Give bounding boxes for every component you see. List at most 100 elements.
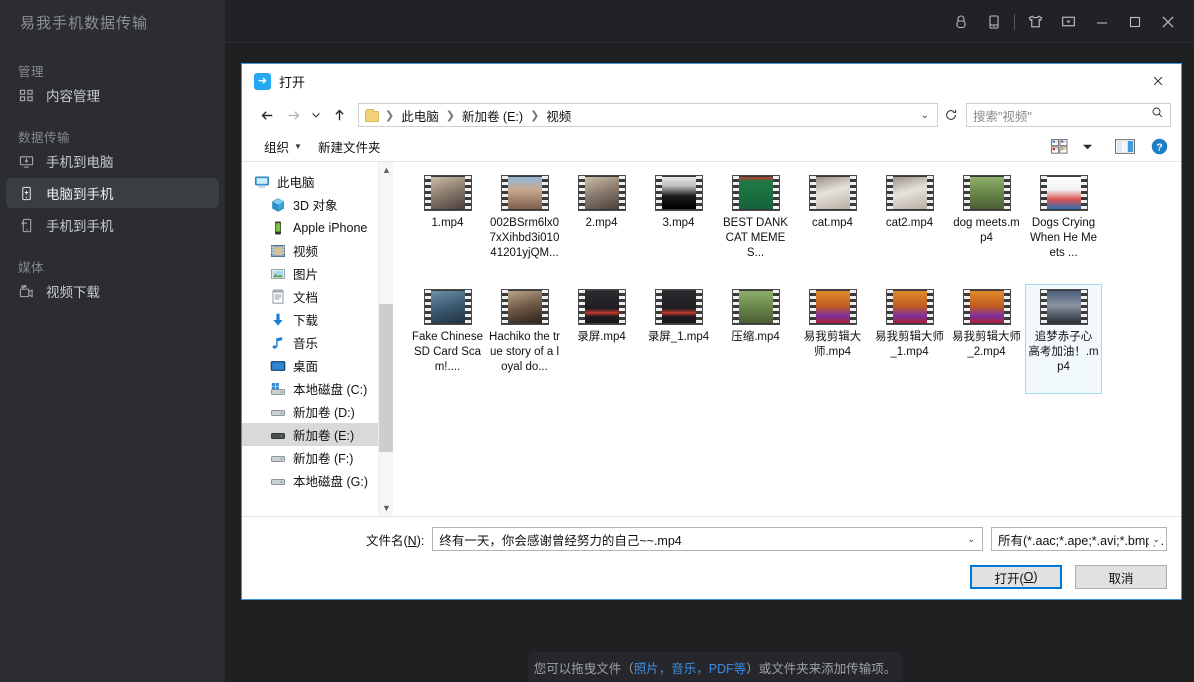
file-item[interactable]: dog meets.mp4: [948, 170, 1025, 280]
chevron-down-icon[interactable]: ⌄: [921, 110, 929, 121]
chevron-down-icon[interactable]: ⌄: [967, 534, 975, 545]
tree-item-volume-f[interactable]: 新加卷 (F:): [242, 446, 378, 469]
drive-icon: [270, 450, 286, 466]
file-item[interactable]: 1.mp4: [409, 170, 486, 280]
file-item[interactable]: Fake Chinese SD Card Scam!....: [409, 284, 486, 394]
app-root: 易我手机数据传输 管理 内容管理 数据传输 手机到电脑: [0, 0, 1194, 682]
file-item[interactable]: 易我剪辑大师.mp4: [794, 284, 871, 394]
view-dropdown-icon[interactable]: [1073, 135, 1101, 159]
file-type-filter[interactable]: 所有(*.aac;*.ape;*.avi;*.bmp;*. ⌄: [991, 527, 1167, 551]
tree-item-local-disk-c[interactable]: 本地磁盘 (C:): [242, 377, 378, 400]
sidebar-item-label: 手机到手机: [46, 215, 114, 235]
dialog-close-icon[interactable]: [1135, 64, 1181, 98]
breadcrumb-separator: ❯: [384, 109, 395, 122]
recent-locations-icon[interactable]: [306, 102, 326, 128]
tree-item-apple-iphone[interactable]: Apple iPhone: [242, 216, 378, 239]
chevron-down-icon[interactable]: ⌄: [1149, 534, 1160, 545]
dialog-footer: 文件名(N): 终有一天，你会感谢曾经努力的自己~~.mp4 ⌄ 所有(*.aa…: [242, 517, 1181, 589]
tree-scrollbar[interactable]: ▲ ▼: [378, 162, 393, 516]
breadcrumb-bar[interactable]: ❯ 此电脑 ❯ 新加卷 (E:) ❯ 视频 ⌄: [358, 103, 938, 127]
dropdown-icon[interactable]: [1052, 0, 1085, 43]
tree-item-3d-objects[interactable]: 3D 对象: [242, 193, 378, 216]
desktop-icon: [270, 358, 286, 374]
tree-item-volume-e[interactable]: 新加卷 (E:): [242, 423, 378, 446]
scrollbar-thumb[interactable]: [379, 304, 394, 452]
phone-to-phone-icon: [18, 217, 35, 234]
tree-item-this-pc[interactable]: 此电脑: [242, 170, 378, 193]
search-input[interactable]: 搜索"视频": [966, 103, 1171, 127]
file-item[interactable]: Hachiko the true story of a loyal do...: [486, 284, 563, 394]
folder-icon: [365, 109, 380, 122]
tree-item-downloads[interactable]: 下载: [242, 308, 378, 331]
file-list[interactable]: 1.mp4002BSrm6lx07xXihbd3i01041201yjQM...…: [393, 162, 1181, 516]
videos-icon: [270, 243, 286, 259]
tree-item-pictures[interactable]: 图片: [242, 262, 378, 285]
filename-value: 终有一天，你会感谢曾经努力的自己~~.mp4: [439, 530, 681, 549]
sidebar-item-video-download[interactable]: 视频下载: [6, 276, 219, 306]
preview-pane-icon[interactable]: [1111, 135, 1139, 159]
file-item[interactable]: 易我剪辑大师_2.mp4: [948, 284, 1025, 394]
breadcrumb-item-1[interactable]: 新加卷 (E:): [458, 106, 527, 125]
lock-icon[interactable]: [944, 0, 977, 43]
scroll-down-icon[interactable]: ▼: [379, 500, 394, 516]
file-name-label: 易我剪辑大师_2.mp4: [951, 330, 1022, 360]
open-file-dialog: ➜ 打开 ❯ 此电脑 ❯ 新加卷 (E: [241, 63, 1182, 600]
view-layout-icon[interactable]: [1045, 135, 1073, 159]
up-icon[interactable]: [326, 102, 352, 128]
tree-item-music[interactable]: 音乐: [242, 331, 378, 354]
file-item[interactable]: 易我剪辑大师_1.mp4: [871, 284, 948, 394]
maximize-icon[interactable]: [1118, 0, 1151, 43]
forward-icon[interactable]: [280, 102, 306, 128]
file-item[interactable]: cat.mp4: [794, 170, 871, 280]
file-item[interactable]: 2.mp4: [563, 170, 640, 280]
tree-item-videos[interactable]: 视频: [242, 239, 378, 262]
search-icon: [1151, 106, 1164, 124]
file-name-label: Hachiko the true story of a loyal do...: [489, 330, 560, 375]
file-item[interactable]: 压缩.mp4: [717, 284, 794, 394]
file-item[interactable]: 002BSrm6lx07xXihbd3i01041201yjQM...: [486, 170, 563, 280]
help-icon[interactable]: ?: [1145, 135, 1173, 159]
tree-item-local-disk-g[interactable]: 本地磁盘 (G:): [242, 469, 378, 492]
video-thumbnail: [578, 289, 626, 325]
scroll-up-icon[interactable]: ▲: [379, 162, 394, 178]
tree-item-label: 本地磁盘 (G:): [293, 471, 368, 490]
refresh-icon[interactable]: [938, 102, 964, 128]
file-name-label: 压缩.mp4: [731, 330, 780, 345]
sidebar-item-phone-to-phone[interactable]: 手机到手机: [6, 210, 219, 240]
file-name-label: Dogs Crying When He Meets ...: [1028, 216, 1099, 261]
tree-item-documents[interactable]: 文档: [242, 285, 378, 308]
file-item[interactable]: 3.mp4: [640, 170, 717, 280]
tree-item-label: 3D 对象: [293, 195, 337, 214]
open-button[interactable]: 打开(O): [970, 565, 1062, 589]
windows-drive-icon: [270, 381, 286, 397]
phone-icon[interactable]: [977, 0, 1010, 43]
back-icon[interactable]: [254, 102, 280, 128]
breadcrumb-item-0[interactable]: 此电脑: [397, 106, 443, 125]
app-sidebar: 易我手机数据传输 管理 内容管理 数据传输 手机到电脑: [0, 0, 225, 682]
sidebar-item-phone-to-pc[interactable]: 手机到电脑: [6, 146, 219, 176]
sidebar-item-pc-to-phone[interactable]: 电脑到手机: [6, 178, 219, 208]
new-folder-button[interactable]: 新建文件夹: [310, 137, 389, 156]
file-item[interactable]: 录屏_1.mp4: [640, 284, 717, 394]
shirt-icon[interactable]: [1019, 0, 1052, 43]
video-thumbnail: [809, 175, 857, 211]
breadcrumb-item-2[interactable]: 视频: [542, 106, 575, 125]
file-item[interactable]: Dogs Crying When He Meets ...: [1025, 170, 1102, 280]
sidebar-item-content-management[interactable]: 内容管理: [6, 80, 219, 110]
tree-item-volume-d[interactable]: 新加卷 (D:): [242, 400, 378, 423]
file-item[interactable]: BEST DANK CAT MEMES...: [717, 170, 794, 280]
file-item[interactable]: cat2.mp4: [871, 170, 948, 280]
navigation-tree[interactable]: 此电脑 3D 对象 Apple iPhone: [242, 162, 378, 516]
filename-input[interactable]: 终有一天，你会感谢曾经努力的自己~~.mp4 ⌄: [432, 527, 983, 551]
video-thumbnail: [501, 175, 549, 211]
cancel-button[interactable]: 取消: [1075, 565, 1167, 589]
close-icon[interactable]: [1151, 0, 1184, 43]
documents-icon: [270, 289, 286, 305]
file-item[interactable]: 追梦赤子心 高考加油！.mp4: [1025, 284, 1102, 394]
organize-button[interactable]: 组织 ▼: [256, 137, 310, 156]
video-download-icon: [18, 283, 35, 300]
tree-item-desktop[interactable]: 桌面: [242, 354, 378, 377]
minimize-icon[interactable]: [1085, 0, 1118, 43]
window-controls: [944, 0, 1184, 43]
file-item[interactable]: 录屏.mp4: [563, 284, 640, 394]
